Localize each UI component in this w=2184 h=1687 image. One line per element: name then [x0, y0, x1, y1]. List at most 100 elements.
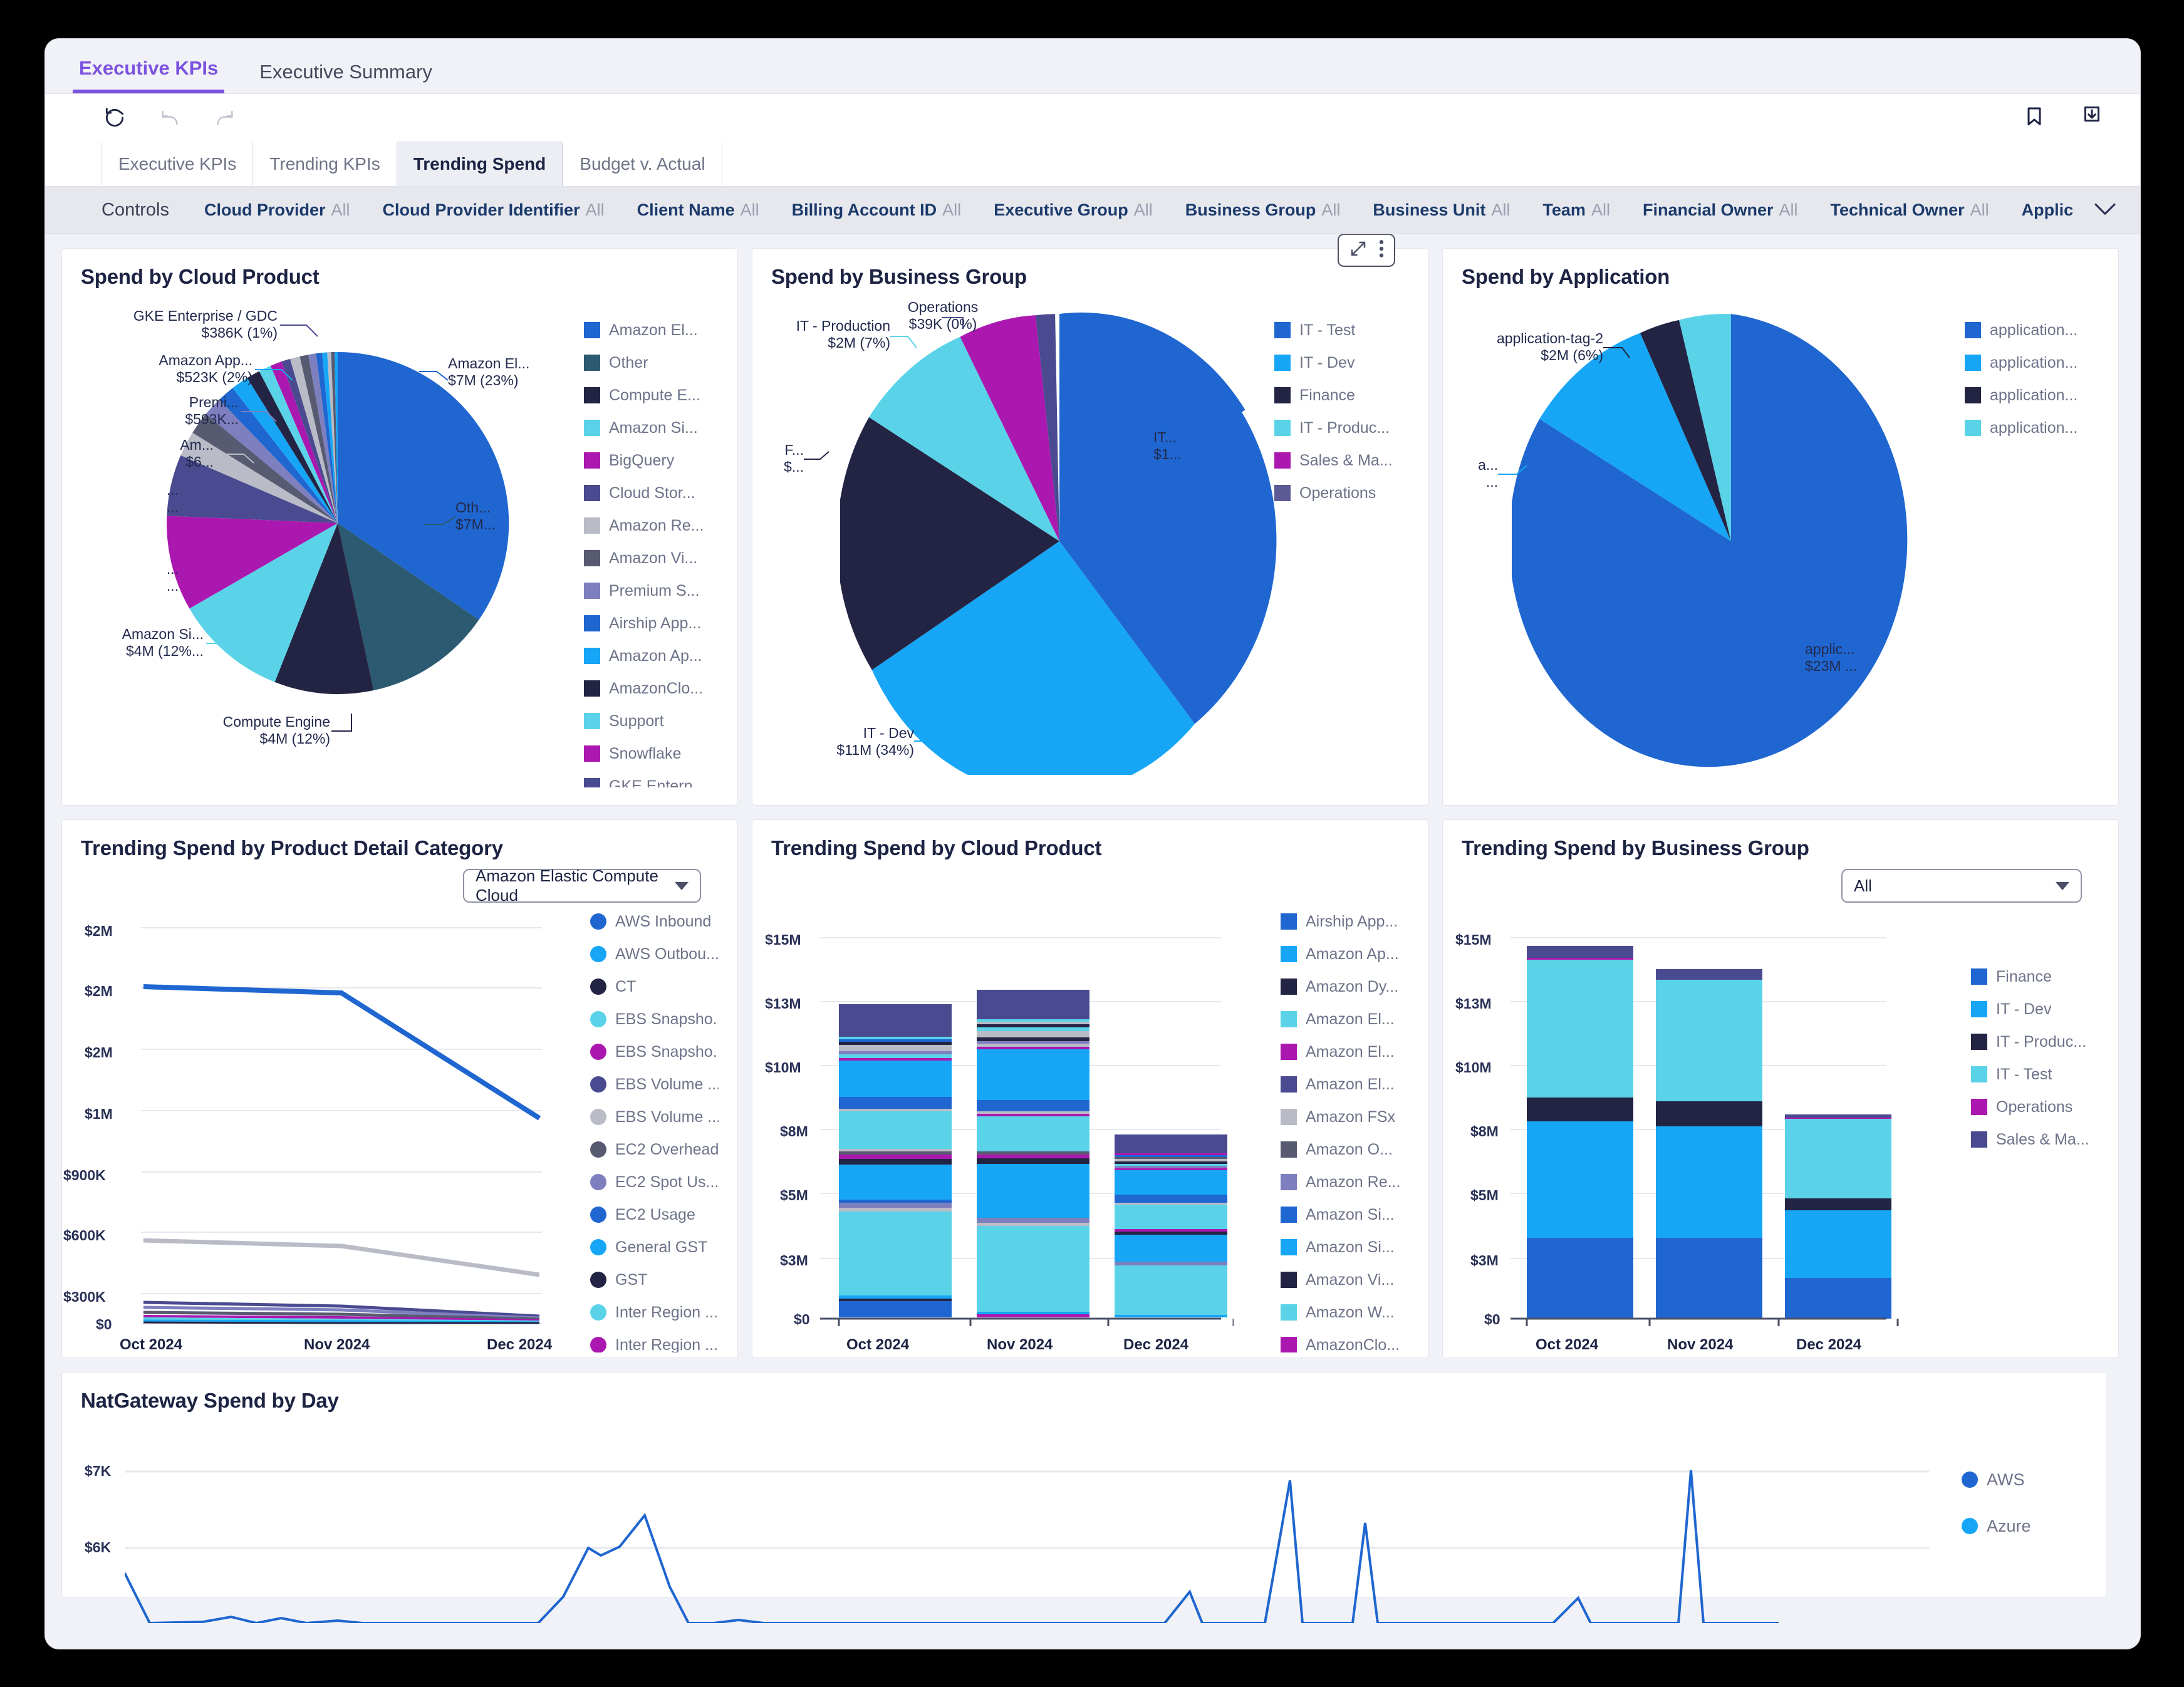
legend-item[interactable]: Azure: [1962, 1503, 2087, 1549]
filter-business-group[interactable]: Business Group All: [1185, 200, 1341, 220]
filter-client-name[interactable]: Client Name All: [637, 200, 759, 220]
legend-item[interactable]: IT - Test: [1971, 1058, 2099, 1091]
legend-item[interactable]: Amazon Re...: [1281, 1166, 1409, 1198]
legend-item[interactable]: application...: [1965, 314, 2099, 346]
legend-item[interactable]: Snowflake: [584, 737, 719, 770]
legend-item[interactable]: EBS Snapsho...: [590, 1003, 719, 1036]
legend-item[interactable]: Amazon Si...: [1281, 1231, 1409, 1264]
legend-item[interactable]: Amazon Dy...: [1281, 970, 1409, 1003]
download-icon[interactable]: [2079, 103, 2105, 129]
legend-item[interactable]: Amazon Re...: [584, 509, 719, 542]
legend-item[interactable]: application...: [1965, 412, 2099, 444]
sheet-tab-executive-kpis[interactable]: Executive KPIs: [101, 142, 252, 186]
legend-item[interactable]: Finance: [1274, 379, 1409, 412]
legend-item[interactable]: EBS Snapsho...: [590, 1036, 719, 1068]
legend-item[interactable]: IT - Produc...: [1971, 1025, 2099, 1058]
legend-item[interactable]: Sales & Ma...: [1971, 1123, 2099, 1156]
legend-item[interactable]: Finance: [1971, 960, 2099, 993]
legend-item[interactable]: General GST: [590, 1231, 719, 1264]
more-options-icon[interactable]: [1379, 239, 1384, 261]
legend-item[interactable]: Amazon FSx: [1281, 1101, 1409, 1133]
bar-plot-cloud-product[interactable]: $15M $13M $10M $8M $5M $3M $0 Oct 2024 N…: [765, 901, 1281, 1353]
legend-item[interactable]: Amazon O...: [1281, 1133, 1409, 1166]
legend-item[interactable]: EC2 Overhead: [590, 1133, 719, 1166]
legend-item[interactable]: Operations: [1274, 477, 1409, 509]
legend-item[interactable]: Amazon Vi...: [1281, 1264, 1409, 1296]
legend-item[interactable]: Amazon Vi...: [584, 542, 719, 574]
sheet-tab-trending-spend[interactable]: Trending Spend: [396, 142, 563, 186]
legend-item[interactable]: AWS Inbound: [590, 905, 719, 938]
legend-item[interactable]: BigQuery: [584, 444, 719, 477]
legend-item[interactable]: Amazon Si...: [584, 412, 719, 444]
sheet-tab-budget-v-actual[interactable]: Budget v. Actual: [563, 142, 722, 186]
pie-canvas-business-group[interactable]: Operations $39K (0%) IT - Production $2M…: [771, 293, 1277, 787]
product-detail-select[interactable]: Amazon Elastic Compute Cloud: [463, 866, 701, 905]
legend-item[interactable]: application...: [1965, 379, 2099, 412]
chevron-down-icon[interactable]: [2074, 200, 2118, 220]
legend-item[interactable]: Inter Region ...: [590, 1329, 719, 1352]
legend-item[interactable]: CT: [590, 970, 719, 1003]
bookmark-icon[interactable]: [2021, 103, 2047, 129]
legend-item[interactable]: Sales & Ma...: [1274, 444, 1409, 477]
nat-plot[interactable]: $7K $6K: [81, 1416, 1962, 1623]
legend-item[interactable]: Amazon Ap...: [584, 640, 719, 672]
line-svg-product-detail[interactable]: [141, 919, 554, 1334]
filter-financial-owner[interactable]: Financial Owner All: [1643, 200, 1798, 220]
legend-item[interactable]: Amazon W...: [1281, 1296, 1409, 1329]
legend-item[interactable]: AmazonClo...: [584, 672, 719, 705]
legend-item[interactable]: EC2 Spot Us...: [590, 1166, 719, 1198]
sheet-tab-trending-kpis[interactable]: Trending KPIs: [252, 142, 396, 186]
legend-item[interactable]: AmazonClo...: [1281, 1329, 1409, 1352]
legend-item[interactable]: IT - Test: [1274, 314, 1409, 346]
legend-item[interactable]: Airship App...: [584, 607, 719, 640]
legend-item[interactable]: Support: [584, 705, 719, 737]
panel-tools[interactable]: [1338, 234, 1395, 267]
filter-billing-account-id[interactable]: Billing Account ID All: [792, 200, 962, 220]
legend-item[interactable]: Amazon Si...: [1281, 1198, 1409, 1231]
tab-executive-summary[interactable]: Executive Summary: [253, 61, 439, 93]
legend-item[interactable]: Amazon El...: [1281, 1068, 1409, 1101]
tab-executive-kpis[interactable]: Executive KPIs: [73, 57, 225, 93]
legend-item[interactable]: IT - Produc...: [1274, 412, 1409, 444]
legend-item[interactable]: GST: [590, 1264, 719, 1296]
filter-executive-group[interactable]: Executive Group All: [994, 200, 1153, 220]
legend-item[interactable]: EC2 Usage: [590, 1198, 719, 1231]
legend-item[interactable]: Other: [584, 346, 719, 379]
bar-plot-business-group[interactable]: $15M $13M $10M $8M $5M $3M $0 Oct 2024 N…: [1455, 901, 1971, 1353]
nat-line-svg[interactable]: [125, 1441, 1929, 1623]
bar-svg-cloud-product[interactable]: [820, 927, 1234, 1327]
legend-item[interactable]: Premium S...: [584, 574, 719, 607]
legend-item[interactable]: Airship App...: [1281, 905, 1409, 938]
legend-item[interactable]: Cloud Stor...: [584, 477, 719, 509]
bar-svg-business-group[interactable]: [1511, 927, 1899, 1327]
legend-item[interactable]: Amazon El...: [584, 314, 719, 346]
undo-icon[interactable]: [157, 105, 183, 131]
expand-icon[interactable]: [1349, 239, 1368, 261]
legend-item[interactable]: AWS: [1962, 1456, 2087, 1503]
legend-item[interactable]: GKE Enterp: [584, 770, 719, 787]
legend-item[interactable]: Amazon El...: [1281, 1003, 1409, 1036]
filter-team[interactable]: Team All: [1542, 200, 1610, 220]
filter-business-unit[interactable]: Business Unit All: [1373, 200, 1510, 220]
legend-item[interactable]: IT - Dev: [1274, 346, 1409, 379]
filter-technical-owner[interactable]: Technical Owner All: [1831, 200, 1989, 220]
filter-cloud-provider[interactable]: Cloud Provider All: [204, 200, 350, 220]
legend-item[interactable]: Amazon El...: [1281, 1036, 1409, 1068]
pie-canvas-cloud-product[interactable]: GKE Enterprise / GDC $386K (1%) Amazon A…: [81, 293, 584, 787]
pie-canvas-application[interactable]: application-tag-2 $2M (6%) a... ... appl…: [1462, 293, 1965, 787]
business-group-select[interactable]: All: [1841, 869, 2082, 903]
redo-icon[interactable]: [212, 105, 238, 131]
legend-item[interactable]: EBS Volume ...: [590, 1101, 719, 1133]
legend-item[interactable]: application...: [1965, 346, 2099, 379]
legend-item[interactable]: Inter Region ...: [590, 1296, 719, 1329]
legend-item[interactable]: EBS Volume ...: [590, 1068, 719, 1101]
legend-item[interactable]: Compute E...: [584, 379, 719, 412]
reset-icon[interactable]: [101, 105, 128, 131]
filter-cloud-provider-identifier[interactable]: Cloud Provider Identifier All: [383, 200, 605, 220]
legend-item[interactable]: Operations: [1971, 1091, 2099, 1123]
legend-item[interactable]: IT - Dev: [1971, 993, 2099, 1025]
filter-application[interactable]: Applicatio: [2022, 200, 2074, 220]
legend-item[interactable]: Amazon Ap...: [1281, 938, 1409, 970]
legend-item[interactable]: AWS Outbou...: [590, 938, 719, 970]
line-plot-product-detail[interactable]: $2M $2M $2M $1M $900K $600K $300K $0 Oct…: [63, 901, 590, 1353]
